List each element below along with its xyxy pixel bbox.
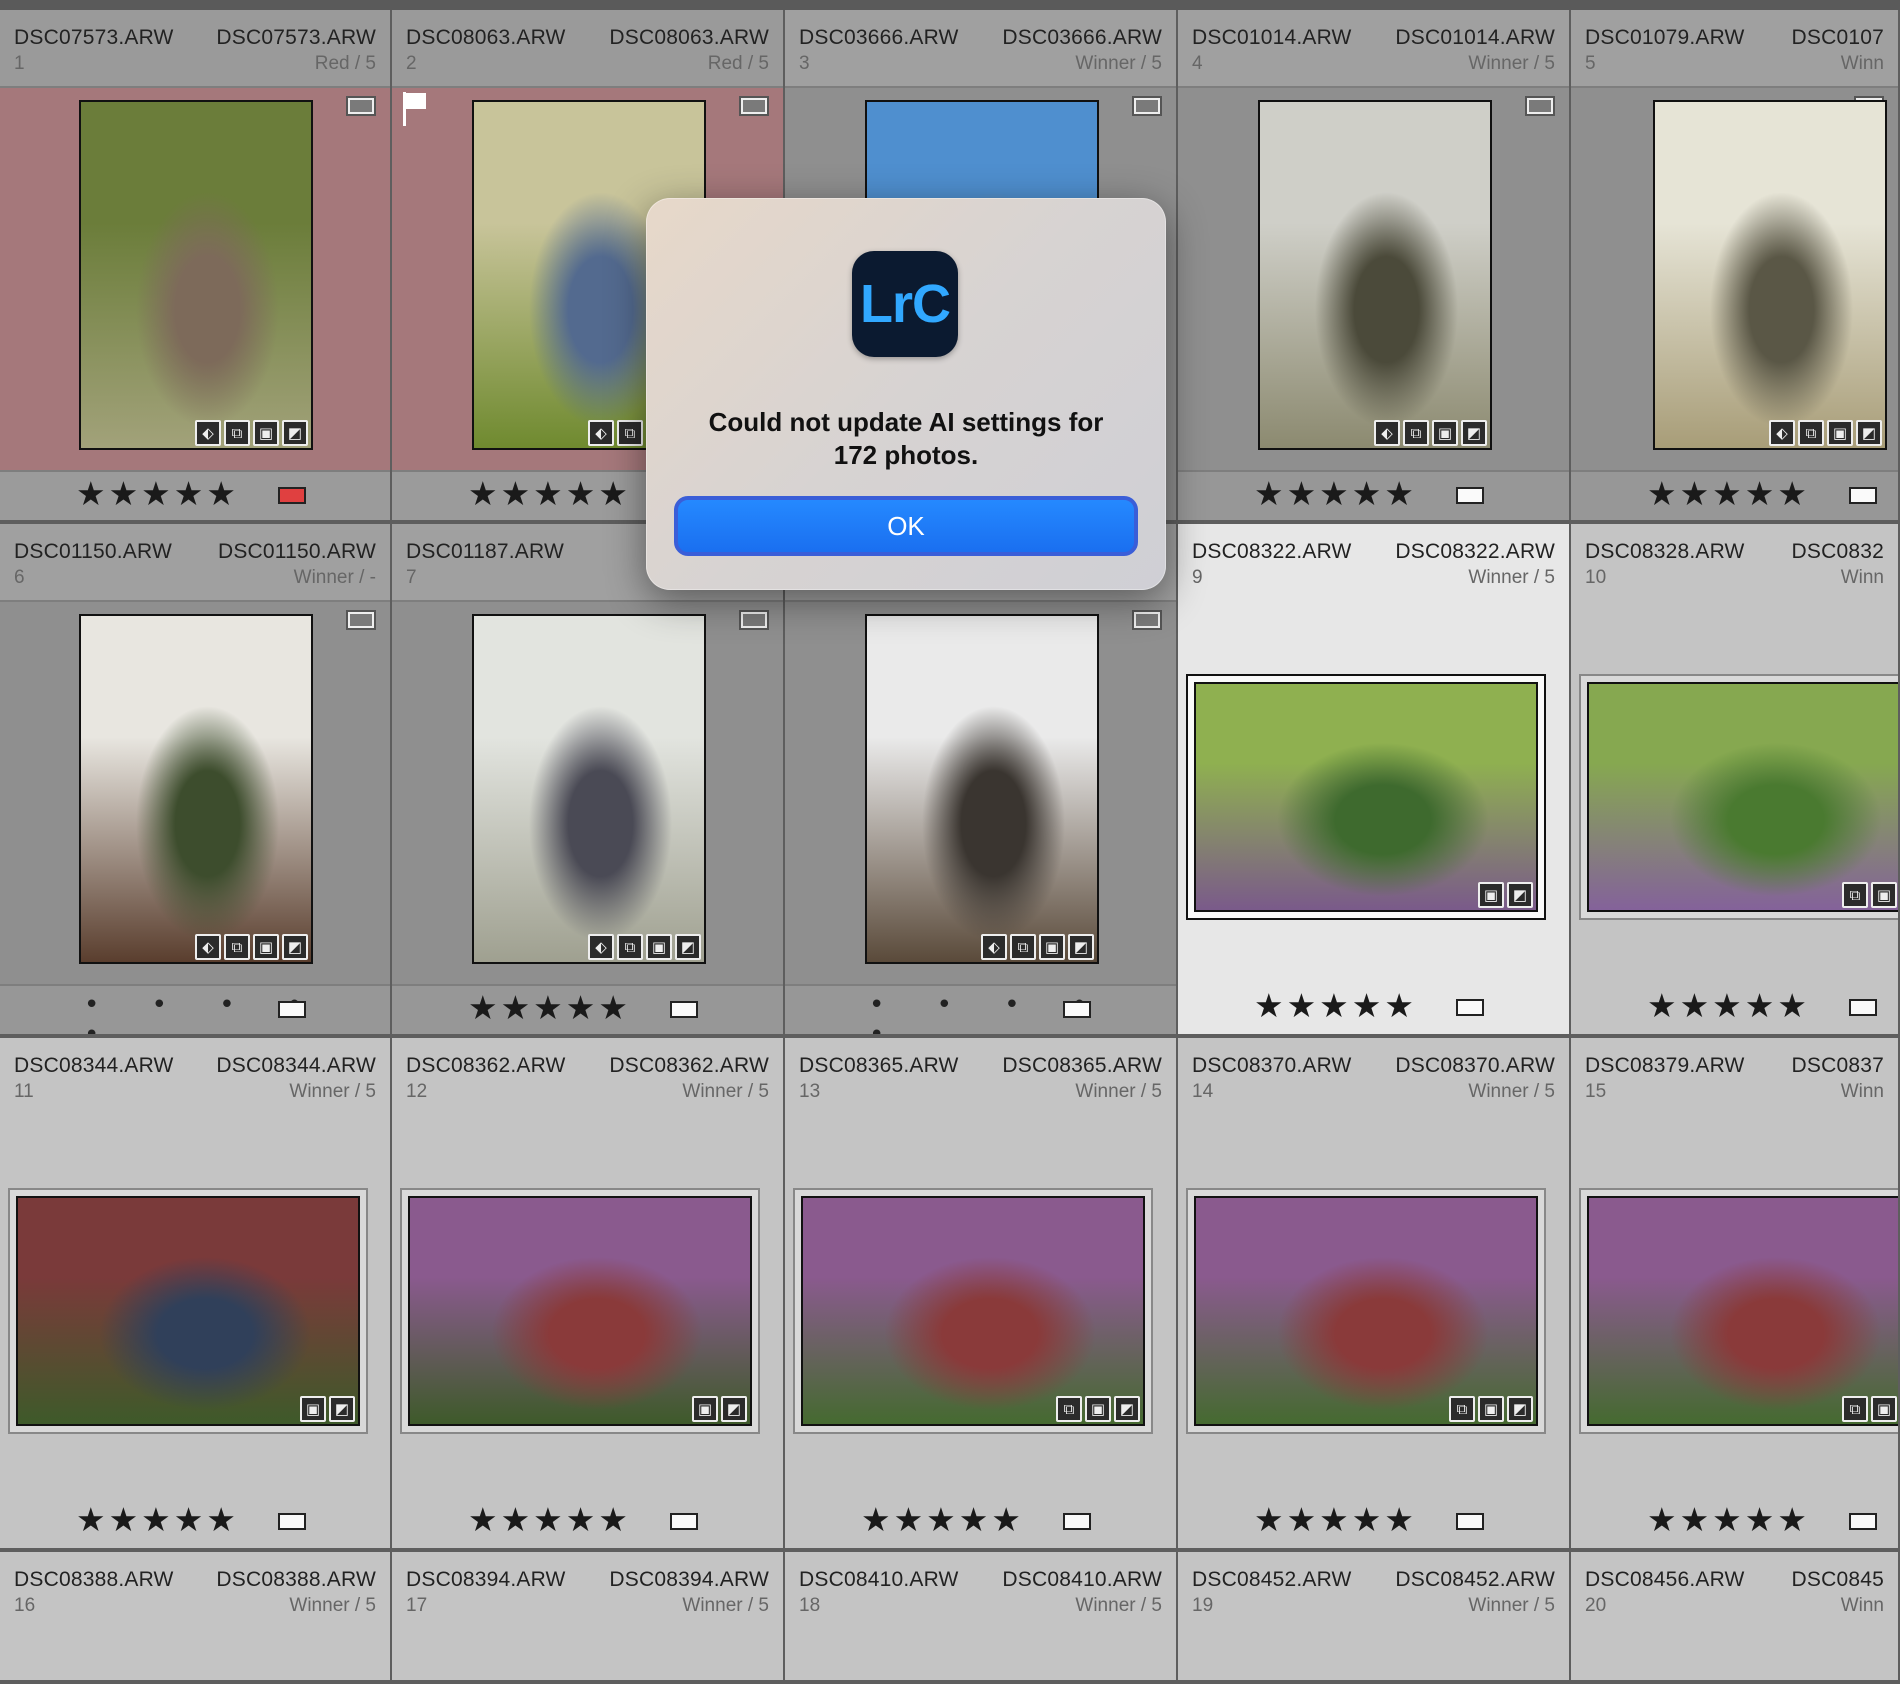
app-icon-text: LrC xyxy=(860,274,951,334)
ok-button[interactable]: OK xyxy=(674,496,1138,556)
dialog-message-line1: Could not update AI settings for xyxy=(708,407,1104,437)
dialog-message: Could not update AI settings for 172 pho… xyxy=(666,406,1146,472)
modal-overlay: LrC Could not update AI settings for 172… xyxy=(0,0,1900,1684)
lightroom-classic-app-icon: LrC xyxy=(852,251,958,357)
error-dialog: LrC Could not update AI settings for 172… xyxy=(646,198,1166,590)
dialog-message-line2: 172 photos. xyxy=(833,440,979,470)
